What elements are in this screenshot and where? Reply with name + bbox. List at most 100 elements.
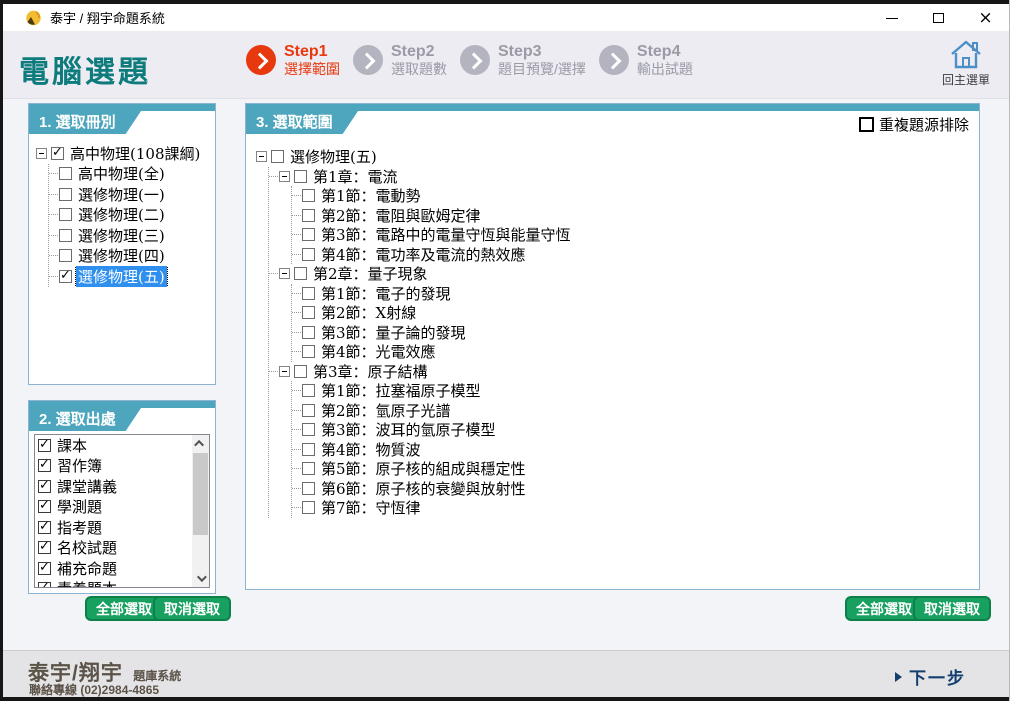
checkbox[interactable] xyxy=(38,500,51,513)
expand-toggle-icon[interactable] xyxy=(279,171,290,182)
range-deselect-button[interactable]: 取消選取 xyxy=(913,596,991,621)
book-tree-item[interactable]: 選修物理(二) xyxy=(49,205,213,226)
home-button[interactable]: 回主選單 xyxy=(933,37,999,94)
checkbox[interactable] xyxy=(302,228,315,241)
book-tree-item[interactable]: 高中物理(全) xyxy=(49,164,213,185)
tree-label[interactable]: 第2章：量子現象 xyxy=(311,264,430,284)
checkbox[interactable] xyxy=(51,147,64,160)
checkbox[interactable] xyxy=(38,541,51,554)
section-item[interactable]: 第4節：光電效應 xyxy=(292,342,977,362)
checkbox[interactable] xyxy=(59,188,72,201)
expand-toggle-icon[interactable] xyxy=(279,268,290,279)
checkbox[interactable] xyxy=(302,482,315,495)
expand-toggle-icon[interactable] xyxy=(256,151,267,162)
maximize-button[interactable] xyxy=(915,4,962,32)
tree-label[interactable]: 第3節：波耳的氫原子模型 xyxy=(319,420,498,440)
tree-label[interactable]: 選修物理(四) xyxy=(76,246,167,267)
section-item[interactable]: 第3節：波耳的氫原子模型 xyxy=(292,420,977,440)
checkbox[interactable] xyxy=(302,443,315,456)
scrollbar-down-button[interactable] xyxy=(192,570,209,587)
checkbox[interactable] xyxy=(294,170,307,183)
source-label[interactable]: 名校試題 xyxy=(55,537,119,558)
duplicate-source-filter[interactable]: 重複題源排除 xyxy=(856,113,972,136)
duplicate-filter-checkbox[interactable] xyxy=(859,117,874,132)
checkbox[interactable] xyxy=(294,267,307,280)
source-label[interactable]: 素養題本 xyxy=(55,578,119,588)
tree-label[interactable]: 第4節：電功率及電流的熱效應 xyxy=(319,245,528,265)
section-item[interactable]: 第3節：量子論的發現 xyxy=(292,323,977,343)
checkbox[interactable] xyxy=(302,462,315,475)
tree-label[interactable]: 第2節：氫原子光譜 xyxy=(319,401,453,421)
source-label[interactable]: 課本 xyxy=(55,435,89,456)
range-select-all-button[interactable]: 全部選取 xyxy=(845,596,923,621)
source-list-item[interactable]: 指考題 xyxy=(35,517,209,538)
tree-label[interactable]: 第1節：拉塞福原子模型 xyxy=(319,381,483,401)
tree-label[interactable]: 第2節：電阻與歐姆定律 xyxy=(319,206,483,226)
source-select-all-button[interactable]: 全部選取 xyxy=(85,596,163,621)
section-item[interactable]: 第1節：電動勢 xyxy=(292,186,977,206)
checkbox[interactable] xyxy=(302,326,315,339)
scrollbar-thumb[interactable] xyxy=(193,453,208,535)
scrollbar-up-button[interactable] xyxy=(192,435,209,452)
source-label[interactable]: 學測題 xyxy=(55,496,104,517)
tree-label[interactable]: 第4節：光電效應 xyxy=(319,342,438,362)
tree-label[interactable]: 高中物理(108課綱) xyxy=(68,143,202,164)
tree-label[interactable]: 選修物理(三) xyxy=(76,225,167,246)
tree-label[interactable]: 第1節：電動勢 xyxy=(319,186,423,206)
checkbox[interactable] xyxy=(302,501,315,514)
source-list-item[interactable]: 課本 xyxy=(35,435,209,456)
tree-label[interactable]: 第2節：X射線 xyxy=(319,303,418,323)
tree-label[interactable]: 第3章：原子結構 xyxy=(311,362,430,382)
section-item[interactable]: 第2節：氫原子光譜 xyxy=(292,401,977,421)
checkbox[interactable] xyxy=(294,365,307,378)
tree-label[interactable]: 第7節：守恆律 xyxy=(319,498,423,518)
checkbox[interactable] xyxy=(302,404,315,417)
source-label[interactable]: 補充命題 xyxy=(55,558,119,579)
checkbox[interactable] xyxy=(302,306,315,319)
source-list-item[interactable]: 課堂講義 xyxy=(35,476,209,497)
section-item[interactable]: 第3節：電路中的電量守恆與能量守恆 xyxy=(292,225,977,245)
section-item[interactable]: 第5節：原子核的組成與穩定性 xyxy=(292,459,977,479)
tree-label[interactable]: 第3節：電路中的電量守恆與能量守恆 xyxy=(319,225,573,245)
checkbox[interactable] xyxy=(38,582,51,588)
book-tree-item[interactable]: 選修物理(一) xyxy=(49,184,213,205)
checkbox[interactable] xyxy=(38,480,51,493)
minimize-button[interactable] xyxy=(868,4,915,32)
source-label[interactable]: 習作簿 xyxy=(55,455,104,476)
tree-label[interactable]: 選修物理(二) xyxy=(76,205,167,226)
source-label[interactable]: 課堂講義 xyxy=(55,476,119,497)
chapter-item[interactable]: 第3章：原子結構 xyxy=(269,362,977,382)
book-tree-item[interactable]: 選修物理(三) xyxy=(49,225,213,246)
book-tree-root[interactable]: 高中物理(108課綱) xyxy=(36,143,213,164)
checkbox[interactable] xyxy=(38,439,51,452)
section-item[interactable]: 第2節：X射線 xyxy=(292,303,977,323)
checkbox[interactable] xyxy=(59,208,72,221)
section-item[interactable]: 第4節：電功率及電流的熱效應 xyxy=(292,245,977,265)
checkbox[interactable] xyxy=(59,229,72,242)
checkbox[interactable] xyxy=(302,209,315,222)
expand-toggle-icon[interactable] xyxy=(36,148,47,159)
tree-label[interactable]: 第1節：電子的發現 xyxy=(319,284,453,304)
section-item[interactable]: 第6節：原子核的衰變與放射性 xyxy=(292,479,977,499)
chapter-item[interactable]: 第1章：電流 xyxy=(269,167,977,187)
tree-label[interactable]: 選修物理(五) xyxy=(76,266,167,287)
close-button[interactable]: × xyxy=(962,4,1009,32)
checkbox[interactable] xyxy=(38,521,51,534)
section-item[interactable]: 第4節：物質波 xyxy=(292,440,977,460)
section-item[interactable]: 第7節：守恆律 xyxy=(292,498,977,518)
tree-label[interactable]: 第1章：電流 xyxy=(311,167,400,187)
tree-label[interactable]: 選修物理(五) xyxy=(288,147,379,167)
tree-label[interactable]: 第3節：量子論的發現 xyxy=(319,323,468,343)
next-step-button[interactable]: 下一步 xyxy=(895,664,966,689)
range-tree-root[interactable]: 選修物理(五) xyxy=(256,147,977,167)
checkbox[interactable] xyxy=(59,249,72,262)
source-list-scrollbar[interactable] xyxy=(192,435,209,587)
section-item[interactable]: 第1節：拉塞福原子模型 xyxy=(292,381,977,401)
tree-label[interactable]: 第4節：物質波 xyxy=(319,440,423,460)
checkbox[interactable] xyxy=(271,150,284,163)
source-label[interactable]: 指考題 xyxy=(55,517,104,538)
checkbox[interactable] xyxy=(59,167,72,180)
source-list-item[interactable]: 學測題 xyxy=(35,497,209,518)
checkbox[interactable] xyxy=(302,423,315,436)
checkbox[interactable] xyxy=(38,459,51,472)
